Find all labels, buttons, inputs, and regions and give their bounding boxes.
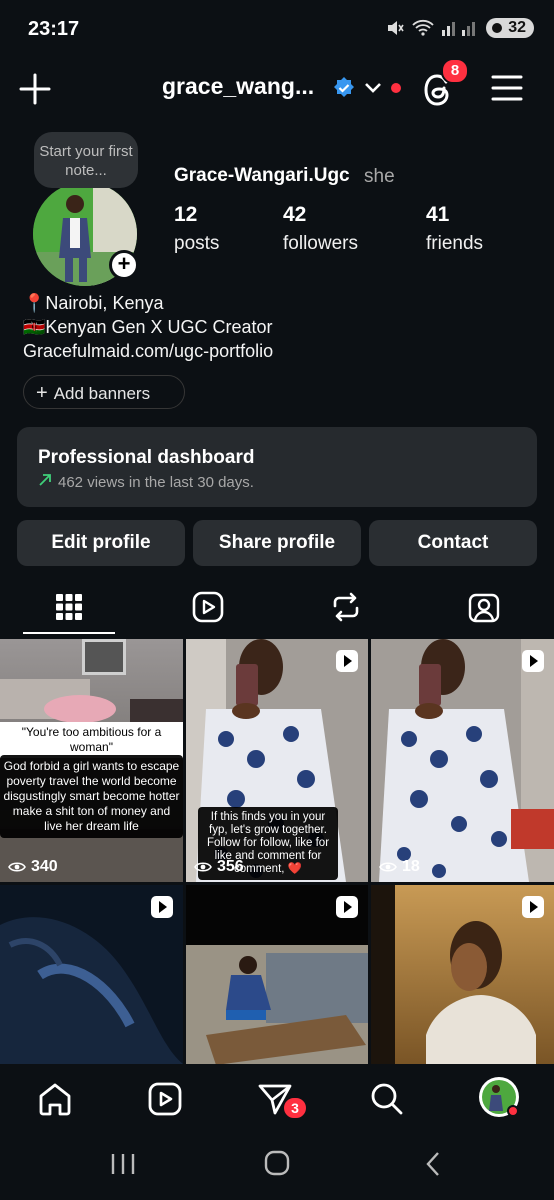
stat-label: followers	[283, 233, 358, 254]
nav-home[interactable]	[36, 1080, 74, 1118]
unread-dot	[391, 83, 401, 93]
reels-icon	[192, 591, 224, 623]
grid-post[interactable]: If this finds you in your fyp, let's gro…	[186, 639, 368, 882]
stat-label: friends	[426, 233, 484, 254]
view-count: 356	[194, 858, 244, 876]
account-switch-chevron-icon[interactable]	[364, 82, 382, 94]
mute-icon	[388, 21, 404, 35]
battery-indicator: 32	[486, 18, 534, 38]
edit-profile-button[interactable]: Edit profile	[17, 520, 185, 566]
stat-label: posts	[174, 233, 220, 254]
system-icons: 32	[386, 18, 534, 38]
share-profile-button[interactable]: Share profile	[193, 520, 361, 566]
eye-icon	[379, 862, 397, 872]
reel-indicator-icon	[336, 896, 358, 918]
wifi-icon	[412, 19, 434, 36]
username-title[interactable]: grace_wang...	[162, 73, 314, 100]
menu-hamburger-icon[interactable]	[490, 73, 524, 103]
note-bubble[interactable]: Start your first note...	[34, 132, 138, 188]
back-icon[interactable]	[424, 1151, 442, 1177]
post-quote: "You're too ambitious for a woman"	[0, 722, 183, 758]
view-count: 18	[379, 858, 420, 876]
recent-apps-icon[interactable]	[110, 1152, 136, 1176]
reels-icon	[148, 1082, 182, 1116]
bio-location: 📍Nairobi, Kenya	[23, 293, 164, 313]
stat-followers[interactable]: 42 followers	[283, 203, 358, 255]
status-bar: 23:17 32	[0, 0, 554, 60]
active-tab-indicator	[23, 632, 115, 634]
stat-value: 12	[174, 203, 198, 226]
reel-indicator-icon	[522, 896, 544, 918]
grid-post[interactable]	[0, 885, 183, 1064]
bottom-navigation: 3	[0, 1064, 554, 1130]
view-count-value: 356	[217, 858, 244, 875]
bio-description: 🇰🇪Kenyan Gen X UGC Creator	[23, 317, 273, 337]
grid-post[interactable]: 18	[371, 639, 554, 882]
pronouns: she	[364, 166, 395, 187]
view-count-value: 18	[402, 858, 420, 875]
bio-link[interactable]: Gracefulmaid.com/ugc-portfolio	[23, 341, 273, 362]
post-caption: God forbid a girl wants to escape povert…	[0, 755, 183, 838]
content-tabs	[0, 578, 554, 636]
eye-icon	[8, 862, 26, 872]
grid-post[interactable]	[371, 885, 554, 1064]
verified-badge-icon	[334, 77, 354, 97]
eye-icon	[194, 862, 212, 872]
view-count: 340	[8, 858, 58, 876]
post-thumbnail	[371, 639, 554, 882]
tab-reposts[interactable]	[300, 578, 392, 636]
professional-dashboard[interactable]: Professional dashboard 462 views in the …	[17, 427, 537, 507]
plus-icon: +	[36, 382, 48, 404]
status-time: 23:17	[28, 18, 80, 40]
nav-search[interactable]	[368, 1080, 406, 1118]
repost-icon	[333, 592, 359, 622]
create-plus-icon[interactable]	[18, 72, 52, 106]
dashboard-subtitle: 462 views in the last 30 days.	[38, 473, 254, 491]
reel-indicator-icon	[522, 650, 544, 672]
threads-notification-badge: 8	[441, 58, 469, 84]
signal-icon	[442, 22, 476, 36]
contact-button[interactable]: Contact	[369, 520, 537, 566]
add-banners-label: Add banners	[53, 384, 151, 403]
profile-header: grace_wang... 8	[0, 58, 554, 120]
add-banners-button[interactable]: + Add banners	[23, 375, 185, 409]
profile-avatar-icon	[479, 1077, 519, 1117]
reel-indicator-icon	[151, 896, 173, 918]
reel-indicator-icon	[336, 650, 358, 672]
tab-reels[interactable]	[162, 578, 254, 636]
tagged-person-icon	[468, 593, 500, 623]
view-count-value: 340	[31, 858, 58, 875]
stat-posts[interactable]: 12 posts	[174, 203, 219, 255]
grid-post[interactable]: "You're too ambitious for a woman" God f…	[0, 639, 183, 882]
dashboard-views-text: 462 views in the last 30 days.	[58, 474, 254, 491]
messages-badge: 3	[282, 1096, 308, 1120]
tab-tagged[interactable]	[438, 578, 530, 636]
dashboard-title: Professional dashboard	[38, 447, 255, 468]
add-story-plus-icon[interactable]: +	[109, 250, 139, 280]
nav-reels[interactable]	[146, 1080, 184, 1118]
posts-grid: "You're too ambitious for a woman" God f…	[0, 639, 554, 1064]
nav-profile[interactable]	[478, 1076, 520, 1118]
trend-up-arrow-icon	[39, 474, 51, 486]
grid-post[interactable]	[186, 885, 368, 1064]
stat-value: 42	[283, 203, 307, 226]
system-navigation-bar	[0, 1130, 554, 1200]
stat-friends[interactable]: 41 friends	[426, 203, 483, 255]
display-name: Grace-Wangari.Ugc	[174, 165, 350, 186]
home-icon	[39, 1083, 71, 1116]
stat-value: 41	[426, 203, 450, 226]
search-icon	[371, 1083, 403, 1115]
tab-grid[interactable]	[23, 578, 115, 636]
home-button-icon[interactable]	[264, 1150, 290, 1176]
grid-icon	[56, 594, 82, 620]
